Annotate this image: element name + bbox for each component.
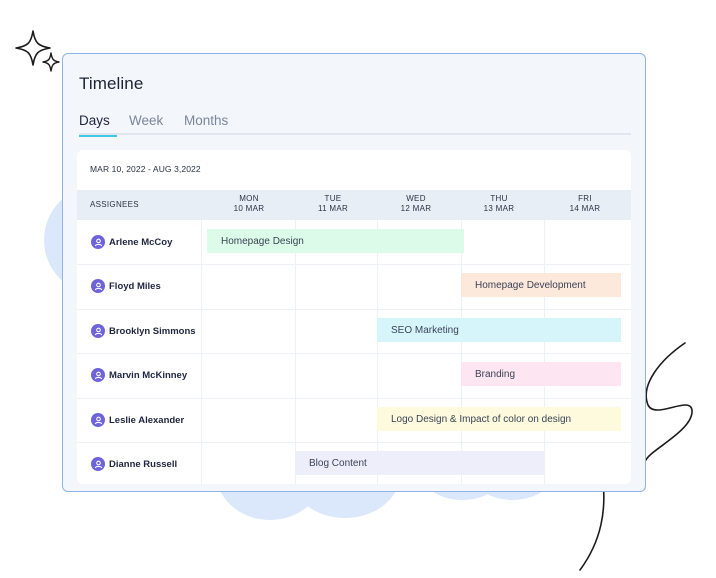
day-date: 10 MAR — [233, 204, 265, 213]
assignee[interactable]: Dianne Russell — [91, 457, 177, 471]
assignee[interactable]: Marvin McKinney — [91, 368, 187, 382]
sparkle-small-icon — [42, 52, 60, 72]
assignee-name: Leslie Alexander — [109, 414, 185, 426]
tab-week[interactable]: Week — [129, 113, 163, 135]
user-avatar-icon — [91, 457, 105, 471]
date-range: MAR 10, 2022 - AUG 3,2022 — [90, 164, 201, 174]
task-bar[interactable]: Homepage Design — [207, 229, 464, 253]
view-tabs: Days Week Months — [79, 113, 631, 137]
timeline-row: Brooklyn Simmons SEO Marketing — [77, 309, 631, 354]
user-avatar-icon — [91, 324, 105, 338]
sparkle-icon — [15, 30, 51, 66]
user-avatar-icon — [91, 368, 105, 382]
assignee[interactable]: Arlene McCoy — [91, 235, 172, 249]
day-header-wed: WED 12 MAR — [374, 194, 458, 214]
day-header-fri: FRI 14 MAR — [543, 194, 627, 214]
day-header-thu: THU 13 MAR — [457, 194, 541, 214]
task-bar[interactable]: Blog Content — [295, 451, 544, 475]
timeline-row: Arlene McCoy Homepage Design — [77, 220, 631, 265]
assignee-name: Brooklyn Simmons — [109, 325, 196, 337]
day-date: 11 MAR — [317, 204, 349, 213]
day-weekday: TUE — [324, 194, 342, 203]
timeline-row: Dianne Russell Blog Content — [77, 442, 631, 484]
day-header-mon: MON 10 MAR — [207, 194, 291, 214]
timeline-row: Floyd Miles Homepage Development — [77, 264, 631, 309]
assignee-name: Marvin McKinney — [109, 369, 188, 381]
task-bar[interactable]: Logo Design & Impact of color on design — [377, 407, 621, 431]
day-weekday: MON — [239, 194, 259, 203]
day-date: 14 MAR — [569, 204, 601, 213]
timeline-header: ASSIGNEES MON 10 MAR TUE 11 MAR WED 12 M… — [77, 190, 631, 220]
user-avatar-icon — [91, 279, 105, 293]
page-title: Timeline — [79, 74, 144, 93]
assignees-column-header: ASSIGNEES — [90, 200, 139, 209]
day-weekday: WED — [406, 194, 426, 203]
tab-months[interactable]: Months — [184, 113, 228, 135]
day-weekday: THU — [490, 194, 508, 203]
assignee[interactable]: Leslie Alexander — [91, 413, 184, 427]
day-header-tue: TUE 11 MAR — [291, 194, 375, 214]
assignee-name: Floyd Miles — [109, 280, 161, 292]
assignee-name: Arlene McCoy — [109, 236, 173, 248]
assignee[interactable]: Floyd Miles — [91, 279, 161, 293]
tab-days[interactable]: Days — [79, 113, 117, 137]
user-avatar-icon — [91, 235, 105, 249]
task-bar[interactable]: SEO Marketing — [377, 318, 621, 342]
timeline-panel: MAR 10, 2022 - AUG 3,2022 ASSIGNEES MON … — [77, 150, 631, 484]
task-bar[interactable]: Homepage Development — [461, 273, 621, 297]
user-avatar-icon — [91, 413, 105, 427]
assignee-name: Dianne Russell — [109, 458, 178, 470]
day-date: 13 MAR — [483, 204, 515, 213]
timeline-row: Leslie Alexander Logo Design & Impact of… — [77, 398, 631, 443]
day-date: 12 MAR — [400, 204, 432, 213]
task-bar[interactable]: Branding — [461, 362, 621, 386]
timeline-row: Marvin McKinney Branding — [77, 353, 631, 398]
day-weekday: FRI — [578, 194, 592, 203]
timeline-card: Timeline Days Week Months MAR 10, 2022 -… — [62, 53, 646, 492]
assignee[interactable]: Brooklyn Simmons — [91, 324, 196, 338]
